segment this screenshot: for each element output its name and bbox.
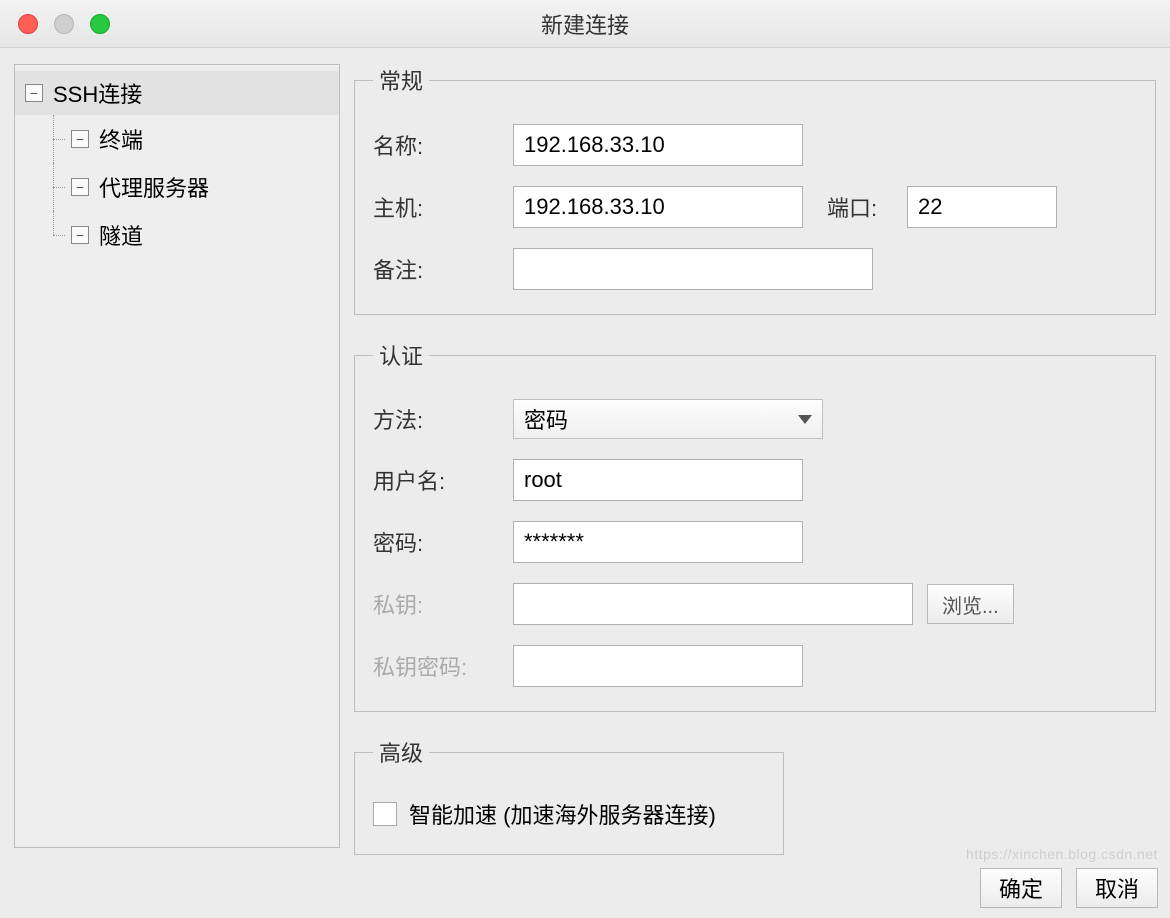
dialog-footer: 确定 取消 [980,868,1158,908]
tree-root-ssh[interactable]: − SSH连接 [15,71,339,115]
remark-label: 备注: [373,253,513,285]
name-label: 名称: [373,129,513,161]
collapse-icon: − [71,130,89,148]
minimize-window-button[interactable] [54,14,74,34]
method-select[interactable]: 密码 [513,399,823,439]
tree-root-label: SSH连接 [53,77,142,109]
username-input[interactable] [513,459,803,501]
port-label: 端口: [827,191,907,223]
general-fieldset: 常规 名称: 主机: 端口: 备注: [354,64,1156,315]
collapse-icon: − [71,226,89,244]
password-label: 密码: [373,526,513,558]
smart-accel-checkbox[interactable] [373,802,397,826]
zoom-window-button[interactable] [90,14,110,34]
tree-item-label: 隧道 [99,219,143,251]
password-input[interactable] [513,521,803,563]
chevron-down-icon [798,415,812,424]
collapse-icon: − [71,178,89,196]
ok-button[interactable]: 确定 [980,868,1062,908]
advanced-fieldset: 高级 智能加速 (加速海外服务器连接) [354,736,784,855]
auth-legend: 认证 [373,339,429,371]
smart-accel-label: 智能加速 (加速海外服务器连接) [409,798,716,830]
auth-fieldset: 认证 方法: 密码 用户名: 密码: 私钥: 浏览... [354,339,1156,712]
form-panel: 常规 名称: 主机: 端口: 备注: 认证 方法: 密码 [354,64,1156,848]
tree-item-proxy[interactable]: − 代理服务器 [15,163,339,211]
host-label: 主机: [373,191,513,223]
category-sidebar: − SSH连接 − 终端 − 代理服务器 − 隧道 [14,64,340,848]
pkpass-input [513,645,803,687]
browse-button[interactable]: 浏览... [927,584,1014,624]
tree-item-label: 代理服务器 [99,171,209,203]
collapse-icon: − [25,84,43,102]
watermark-text: https://xinchen.blog.csdn.net [966,846,1158,862]
method-label: 方法: [373,403,513,435]
privatekey-label: 私钥: [373,588,513,620]
remark-input[interactable] [513,248,873,290]
port-input[interactable] [907,186,1057,228]
tree-item-terminal[interactable]: − 终端 [15,115,339,163]
user-label: 用户名: [373,464,513,496]
traffic-lights [18,14,110,34]
general-legend: 常规 [373,64,429,96]
close-window-button[interactable] [18,14,38,34]
cancel-button[interactable]: 取消 [1076,868,1158,908]
tree-item-label: 终端 [99,123,143,155]
content-area: − SSH连接 − 终端 − 代理服务器 − 隧道 常规 名称: 主机: 端口: [0,48,1170,848]
name-input[interactable] [513,124,803,166]
privatekey-input [513,583,913,625]
pkpass-label: 私钥密码: [373,650,513,682]
tree-item-tunnel[interactable]: − 隧道 [15,211,339,259]
method-selected-value: 密码 [524,403,568,435]
window-title: 新建连接 [0,8,1170,40]
host-input[interactable] [513,186,803,228]
advanced-legend: 高级 [373,736,429,768]
window-titlebar: 新建连接 [0,0,1170,48]
